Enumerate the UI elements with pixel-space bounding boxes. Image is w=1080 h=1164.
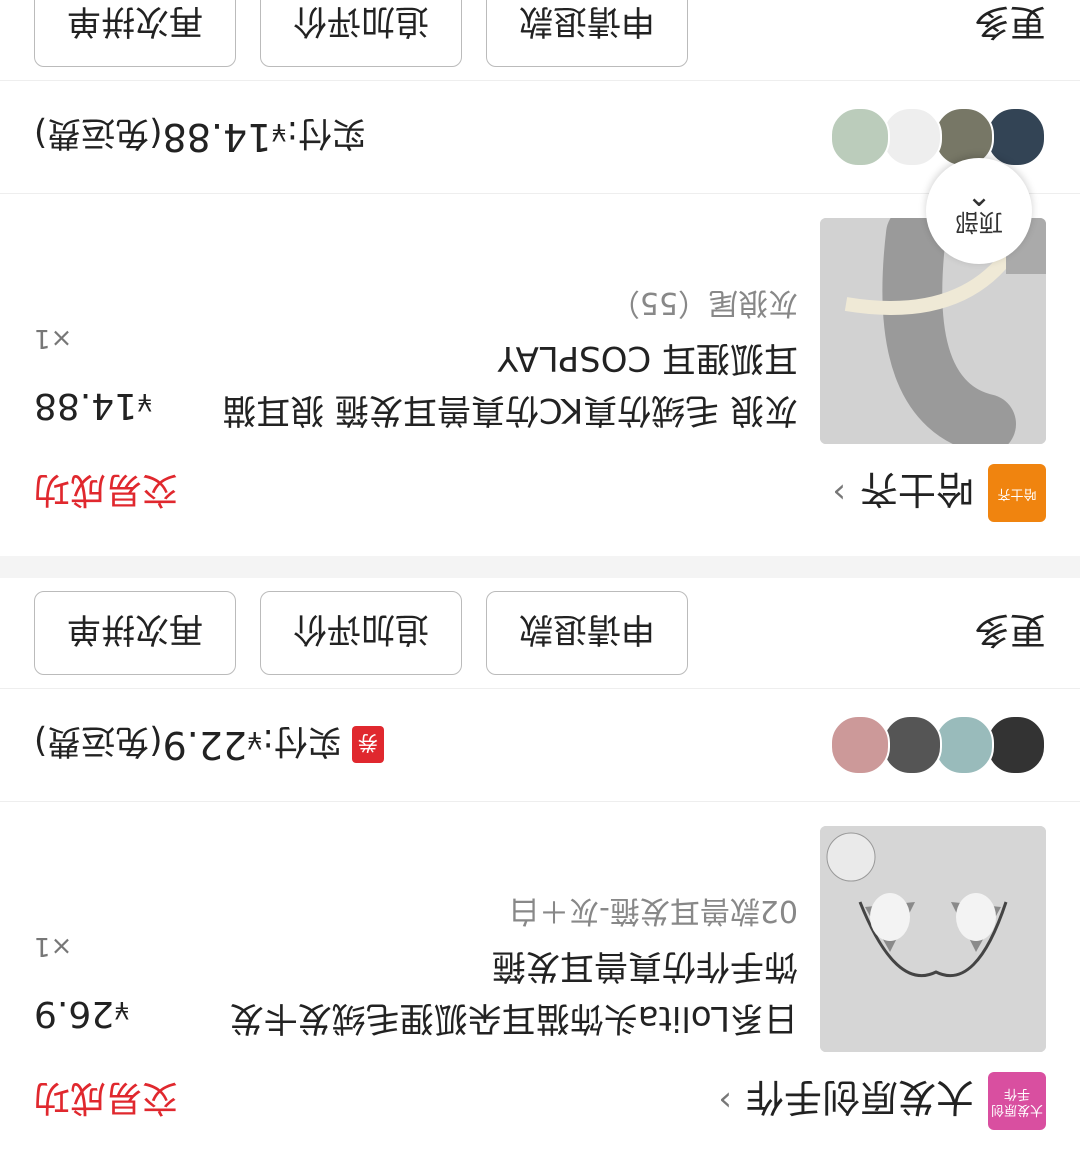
refund-button[interactable]: 申请退款 (486, 591, 688, 675)
item-info: 日系Lolita头饰猫耳朵狐狸毛绒发卡发饰手作仿真兽耳发箍 02款兽耳发箍-灰＋… (34, 826, 798, 1052)
item-qty: ×1 (34, 931, 73, 961)
paid-total: 券 实付: ¥22.9 (免运费) (34, 721, 384, 770)
paid-total: 实付: ¥14.88 (免运费) (34, 113, 366, 162)
avatar (830, 107, 890, 167)
back-to-top-button[interactable]: 顶部 ⌃ (926, 158, 1032, 264)
avatar (934, 715, 994, 775)
order-item[interactable]: 日系Lolita头饰猫耳朵狐狸毛绒发卡发饰手作仿真兽耳发箍 02款兽耳发箍-灰＋… (0, 802, 1080, 1052)
reorder-button[interactable]: 再次拼单 (34, 591, 236, 675)
order-card: 哈士齐 哈士齐 › 交易成功 灰狼 毛绒仿真KC仿真兽耳发箍 狼耳猫耳狐狸耳 C… (0, 0, 1080, 556)
item-price: ¥14.88 (34, 385, 153, 426)
paid-amount: ¥14.88 (162, 115, 287, 159)
more-button[interactable]: 更多 (866, 0, 1046, 51)
item-qty: ×1 (34, 323, 73, 353)
payment-row: 券 实付: ¥22.9 (免运费) (0, 688, 1080, 802)
item-title: 日系Lolita头饰猫耳朵狐狸毛绒发卡发饰手作仿真兽耳发箍 (229, 946, 798, 1038)
chevron-right-icon: › (832, 473, 846, 513)
shipping-note: (免运费) (34, 721, 163, 762)
paid-label: 实付: (286, 113, 367, 154)
avatar (986, 107, 1046, 167)
avatar (882, 107, 942, 167)
add-review-button[interactable]: 追加评价 (260, 591, 462, 675)
avatar (830, 715, 890, 775)
action-bar: 更多 申请退款 追加评价 再次拼单 (0, 578, 1080, 688)
buyer-avatars (830, 715, 1046, 775)
item-spec: 灰狼尾（55） (609, 285, 798, 320)
buyer-avatars (830, 107, 1046, 167)
shop-header[interactable]: 大发原创手作 大发原创手作 › 交易成功 (0, 1052, 1080, 1150)
item-price-block: ¥14.88 ×1 (34, 323, 152, 426)
item-spec: 02款兽耳发箍-灰＋白 (509, 893, 798, 928)
chevron-right-icon: › (718, 1081, 732, 1121)
item-title: 灰狼 毛绒仿真KC仿真兽耳发箍 狼耳猫耳狐狸耳 COSPLAY (222, 338, 798, 430)
item-price: ¥26.9 (34, 993, 130, 1034)
shop-header[interactable]: 哈士齐 哈士齐 › 交易成功 (0, 444, 1080, 542)
order-card: 大发原创手作 大发原创手作 › 交易成功 日系Lolita头饰猫耳朵狐狸毛绒发卡… (0, 578, 1080, 1164)
order-item[interactable]: 灰狼 毛绒仿真KC仿真兽耳发箍 狼耳猫耳狐狸耳 COSPLAY 灰狼尾（55） … (0, 158, 1080, 444)
divider (0, 556, 1080, 578)
order-status: 交易成功 (34, 1077, 179, 1118)
shop-logo: 哈士齐 (988, 464, 1046, 522)
shipping-note: (免运费) (34, 113, 163, 154)
shop-name: 大发原创手作 (745, 1075, 974, 1120)
item-price-block: ¥26.9 ×1 (34, 931, 129, 1034)
add-review-button[interactable]: 追加评价 (260, 0, 462, 67)
order-status: 交易成功 (34, 469, 179, 510)
refund-button[interactable]: 申请退款 (486, 0, 688, 67)
payment-row: 实付: ¥14.88 (免运费) (0, 80, 1080, 194)
paid-amount: ¥22.9 (162, 723, 263, 767)
shop-name: 哈士齐 (859, 467, 974, 512)
coupon-badge: 券 (351, 726, 384, 764)
more-button[interactable]: 更多 (866, 607, 1046, 659)
paid-label: 实付: (262, 721, 342, 762)
chevron-up-icon: ⌃ (966, 176, 992, 212)
shop-logo: 大发原创手作 (988, 1072, 1046, 1130)
avatar (986, 715, 1046, 775)
product-image (820, 826, 1046, 1052)
avatar (882, 715, 942, 775)
action-bar: 更多 申请退款 追加评价 再次拼单 (0, 0, 1080, 80)
reorder-button[interactable]: 再次拼单 (34, 0, 236, 67)
back-to-top-label: 顶部 (955, 208, 1003, 237)
